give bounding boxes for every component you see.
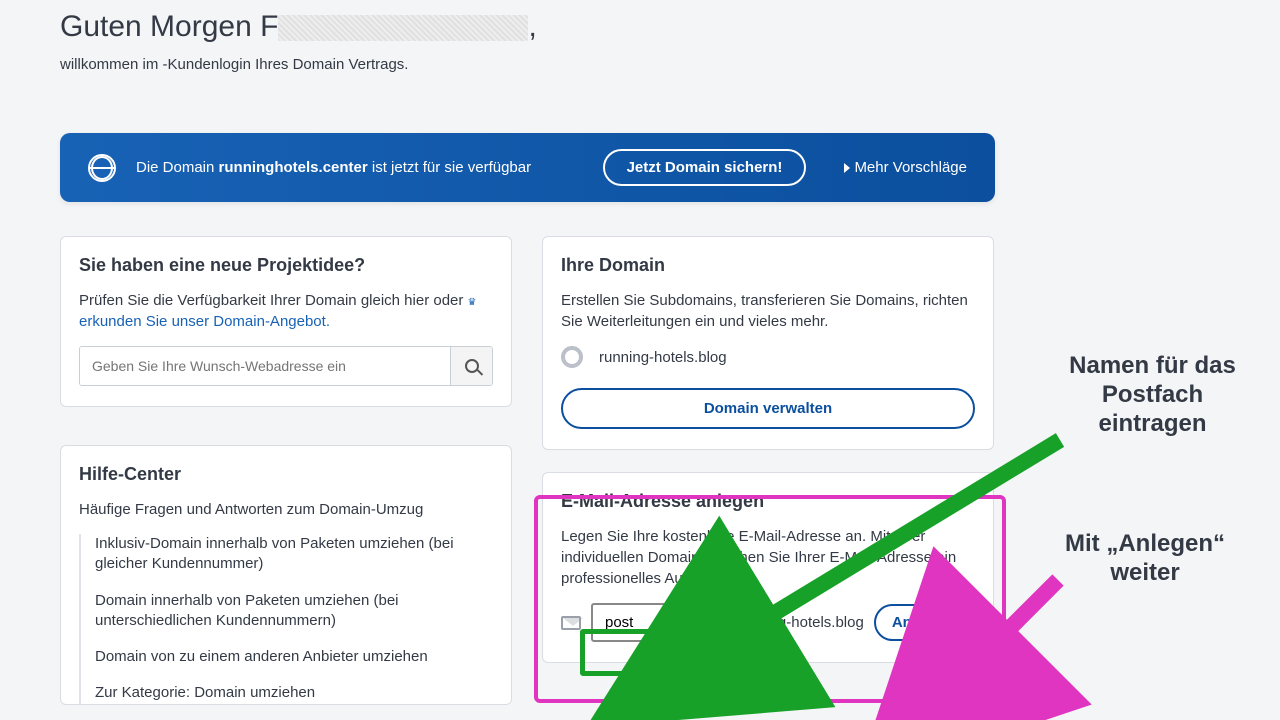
email-domain-suffix: @running-hotels.blog xyxy=(721,614,864,631)
domain-offer-link[interactable]: erkunden Sie unser Domain-Angebot. xyxy=(79,313,330,330)
help-card: Hilfe-Center Häufige Fragen und Antworte… xyxy=(60,445,512,705)
email-title: E-Mail-Adresse anlegen xyxy=(561,491,975,512)
chevron-right-icon xyxy=(844,163,850,173)
globe-icon xyxy=(561,346,583,368)
redacted-name xyxy=(278,15,528,41)
help-item[interactable]: Domain innerhalb von Paketen umziehen (b… xyxy=(95,591,493,632)
project-title: Sie haben eine neue Projektidee? xyxy=(79,255,493,276)
help-item[interactable]: Zur Kategorie: Domain umziehen xyxy=(95,683,493,703)
annotation-note-input: Namen für das Postfach eintragen xyxy=(1055,352,1250,438)
create-email-button[interactable]: Anlegen xyxy=(874,604,969,641)
help-title: Hilfe-Center xyxy=(79,464,493,485)
email-text: Legen Sie Ihre kostenlose E-Mail-Adresse… xyxy=(561,526,975,589)
manage-domain-button[interactable]: Domain verwalten xyxy=(561,388,975,429)
search-icon xyxy=(465,359,479,373)
domain-search-input[interactable] xyxy=(80,347,450,385)
email-card: E-Mail-Adresse anlegen Legen Sie Ihre ko… xyxy=(542,472,994,663)
greeting-suffix: , xyxy=(528,10,536,43)
banner-text: Die Domain runninghotels.center ist jetz… xyxy=(136,159,583,176)
crown-icon: ♛ xyxy=(468,297,477,308)
domain-search-button[interactable] xyxy=(450,347,492,385)
email-local-input[interactable] xyxy=(591,603,711,642)
project-card: Sie haben eine neue Projektidee? Prüfen … xyxy=(60,236,512,407)
promo-banner: Die Domain runninghotels.center ist jetz… xyxy=(60,133,995,202)
domain-name: running-hotels.blog xyxy=(599,349,727,366)
your-domain-text: Erstellen Sie Subdomains, transferieren … xyxy=(561,290,975,332)
help-item[interactable]: Domain von zu einem anderen Anbieter umz… xyxy=(95,647,493,667)
annotation-note-button: Mit „Anlegen“ weiter xyxy=(1055,530,1235,588)
your-domain-card: Ihre Domain Erstellen Sie Subdomains, tr… xyxy=(542,236,994,450)
mail-icon xyxy=(561,616,581,630)
help-subtitle: Häufige Fragen und Antworten zum Domain-… xyxy=(79,499,493,520)
greeting-prefix: Guten Morgen F xyxy=(60,10,278,43)
project-text: Prüfen Sie die Verfügbarkeit Ihrer Domai… xyxy=(79,290,493,332)
help-item[interactable]: Inklusiv-Domain innerhalb von Paketen um… xyxy=(95,534,493,575)
secure-domain-button[interactable]: Jetzt Domain sichern! xyxy=(603,149,807,186)
welcome-text: willkommen im -Kundenlogin Ihres Domain … xyxy=(60,56,1280,73)
globe-icon xyxy=(88,154,116,182)
your-domain-title: Ihre Domain xyxy=(561,255,975,276)
more-suggestions-link[interactable]: Mehr Vorschläge xyxy=(844,159,967,176)
page-greeting: Guten Morgen F, xyxy=(60,10,1280,44)
